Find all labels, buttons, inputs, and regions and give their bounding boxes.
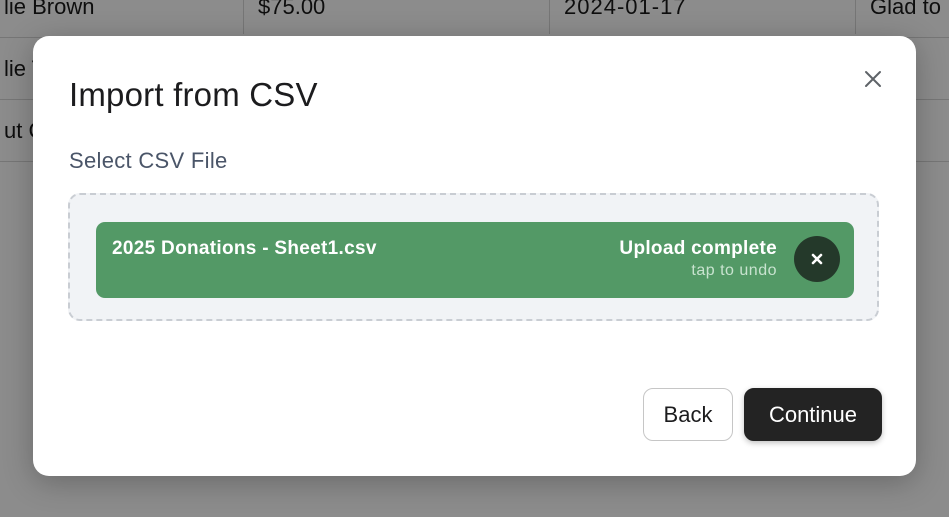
close-button[interactable] [860, 66, 886, 92]
file-name: 2025 Donations - Sheet1.csv [112, 238, 377, 259]
file-status[interactable]: Upload complete tap to undo [619, 238, 777, 280]
back-button[interactable]: Back [643, 388, 733, 441]
upload-status-text: Upload complete [619, 238, 777, 259]
undo-upload-button[interactable] [794, 236, 840, 282]
close-icon [865, 71, 881, 87]
file-dropzone[interactable]: 2025 Donations - Sheet1.csv Upload compl… [68, 193, 879, 321]
import-csv-dialog: Import from CSV Select CSV File 2025 Don… [33, 36, 916, 476]
close-icon [811, 253, 823, 265]
undo-hint-text: tap to undo [691, 262, 777, 279]
dialog-title: Import from CSV [69, 76, 318, 113]
field-label: Select CSV File [69, 148, 228, 173]
uploaded-file-item: 2025 Donations - Sheet1.csv Upload compl… [96, 222, 854, 298]
continue-button[interactable]: Continue [744, 388, 882, 441]
